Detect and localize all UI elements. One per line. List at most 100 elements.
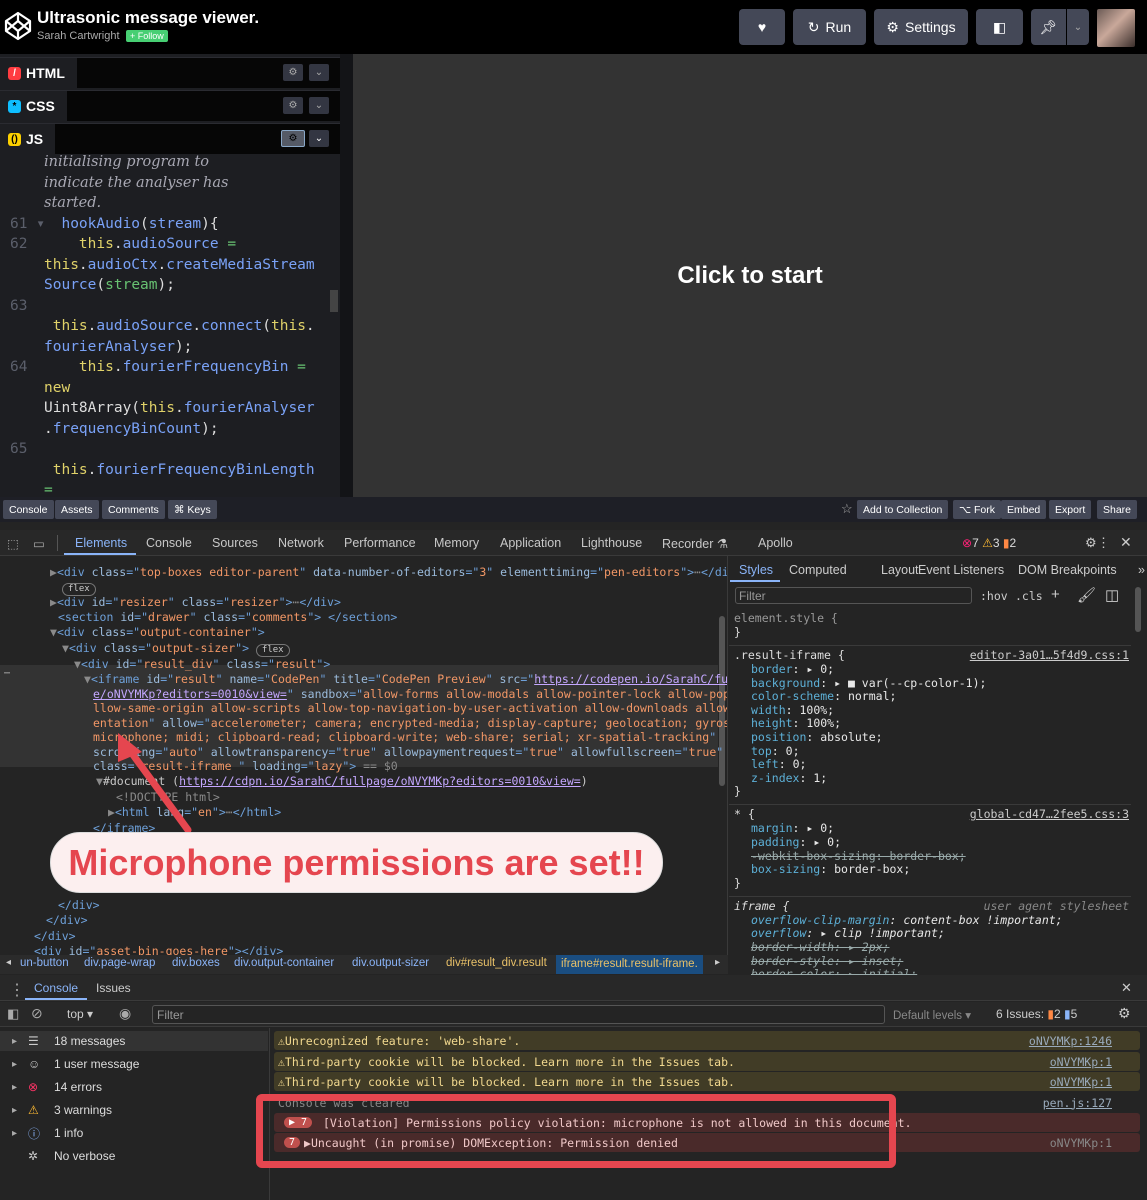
dom-node-line[interactable]: ▶<html lang="en">⋯</html>: [108, 805, 281, 820]
dom-node-line[interactable]: ▼#document (https://cdpn.io/SarahC/fullp…: [96, 774, 588, 789]
dom-token[interactable]: ▼: [84, 672, 91, 686]
footer-button-addtocollection[interactable]: Add to Collection: [857, 500, 949, 519]
tab-lighthouse[interactable]: Lighthouse: [581, 536, 642, 550]
editor-scrollbar[interactable]: [330, 290, 338, 312]
drawer-menu-icon[interactable]: ⋮: [9, 980, 25, 1000]
pen-title[interactable]: Ultrasonic message viewer.: [37, 8, 259, 28]
message-source-link[interactable]: pen.js:127: [1043, 1096, 1112, 1110]
css-property[interactable]: z-index: 1;: [751, 771, 827, 785]
tab-elements[interactable]: Elements: [75, 536, 127, 550]
console-sidebar-item[interactable]: ▸ ⚠ 3 warnings: [12, 1100, 112, 1120]
dom-token[interactable]: ▼: [62, 641, 69, 655]
author-name[interactable]: Sarah Cartwright: [37, 30, 120, 42]
dom-token[interactable]: ▶: [108, 805, 115, 819]
footer-button-comments[interactable]: Comments: [102, 500, 165, 519]
dom-node-line[interactable]: ▼<div class="output-container">: [50, 625, 265, 640]
js-collapse-button[interactable]: ⌄: [309, 130, 329, 147]
click-to-start-text[interactable]: Click to start: [353, 262, 1147, 290]
console-message[interactable]: ▶ 7 [Violation] Permissions policy viola…: [274, 1113, 1140, 1132]
link[interactable]: e/oNVYMKp?editors=0010&view=: [93, 687, 287, 701]
node-menu-icon[interactable]: ⋯: [4, 668, 10, 679]
js-code[interactable]: initialising program to indicate the anal…: [0, 152, 330, 497]
link[interactable]: https://codepen.io/SarahC/fullpag: [534, 672, 727, 686]
expand-arrow-icon[interactable]: ▸: [12, 1105, 18, 1116]
link[interactable]: https://cdpn.io/SarahC/fullpage/oNVYMKp?…: [179, 774, 581, 788]
styles-tab-5[interactable]: »: [1138, 563, 1145, 577]
footer-button-assets[interactable]: Assets: [55, 500, 99, 519]
pin-dropdown-button[interactable]: ⌄: [1067, 9, 1089, 45]
console-sidebar-item[interactable]: ✲ No verbose: [12, 1146, 115, 1166]
clear-console-icon[interactable]: ⊘: [31, 1005, 43, 1022]
settings-gear-icon[interactable]: ⚙: [1085, 535, 1097, 551]
sidebar-icon[interactable]: ◫: [1105, 586, 1119, 604]
repeat-count-badge[interactable]: ▶ 7: [284, 1117, 313, 1128]
repeat-count-badge[interactable]: 7: [284, 1137, 301, 1148]
expand-arrow-icon[interactable]: ▸: [12, 1082, 18, 1093]
dom-node-line[interactable]: flex: [62, 580, 96, 596]
css-property[interactable]: padding: ▸ 0;: [751, 835, 841, 849]
tab-console[interactable]: Console: [34, 981, 78, 995]
dom-node-line[interactable]: ▼<div id="result_div" class="result">: [74, 657, 330, 672]
tab-performance[interactable]: Performance: [344, 536, 416, 550]
plus-icon[interactable]: +: [1051, 586, 1060, 603]
tab-sources[interactable]: Sources: [212, 536, 258, 550]
flex-badge[interactable]: flex: [255, 644, 290, 657]
css-collapse-button[interactable]: ⌄: [309, 97, 329, 114]
css-property[interactable]: border-color: ▸ initial;: [751, 967, 917, 975]
close-devtools-icon[interactable]: ✕: [1120, 534, 1132, 551]
paint-icon[interactable]: 🖌︎: [1077, 586, 1096, 604]
issues-counter[interactable]: 6 Issues: ▮2 ▮5: [996, 1007, 1077, 1021]
tab-application[interactable]: Application: [500, 536, 561, 550]
message-source-link[interactable]: oNVYMKp:1246: [1029, 1034, 1112, 1048]
dom-token[interactable]: ▶: [50, 595, 57, 609]
expand-arrow-icon[interactable]: ▸: [12, 1128, 18, 1139]
css-property[interactable]: overflow-clip-margin: content-box !impor…: [751, 913, 1063, 927]
breadcrumb-item[interactable]: div.boxes: [172, 957, 220, 969]
star-icon[interactable]: ☆: [841, 501, 853, 517]
console-message[interactable]: Console was cleared pen.js:127: [274, 1093, 1140, 1112]
css-property[interactable]: box-sizing: border-box;: [751, 862, 910, 876]
dom-node-line[interactable]: class="result-iframe " loading="lazy"> =…: [93, 759, 398, 774]
tab-apollo[interactable]: Apollo: [758, 536, 793, 550]
console-sidebar-item[interactable]: ▸ ☰ 18 messages: [0, 1031, 268, 1051]
run-button[interactable]: ↻ Run: [793, 9, 866, 45]
css-property[interactable]: -webkit-box-sizing: border-box;: [751, 849, 966, 863]
codepen-logo-icon[interactable]: [4, 11, 32, 41]
dom-token[interactable]: ▼: [74, 657, 81, 671]
dom-token[interactable]: ▶: [50, 565, 57, 579]
css-property[interactable]: top: 0;: [751, 744, 800, 758]
context-selector[interactable]: top ▾: [67, 1007, 93, 1021]
footer-button-keys[interactable]: ⌘ Keys: [168, 500, 217, 519]
css-property[interactable]: margin: ▸ 0;: [751, 821, 834, 835]
dom-token[interactable]: ▼: [96, 774, 103, 788]
styles-scrollbar[interactable]: [1135, 587, 1141, 632]
css-property[interactable]: border-width: ▸ 2px;: [751, 940, 890, 954]
dom-token[interactable]: ▼: [50, 625, 57, 639]
styles-tab-1[interactable]: Computed: [789, 563, 847, 577]
dom-token[interactable]: <!DOCTYPE html>: [116, 790, 220, 804]
css-property[interactable]: height: 100%;: [751, 716, 841, 730]
footer-button-embed[interactable]: Embed: [1001, 500, 1047, 519]
styles-tab-2[interactable]: Layout: [881, 563, 919, 577]
heart-button[interactable]: ♥: [739, 9, 785, 45]
dom-node-line[interactable]: </div>: [58, 898, 100, 913]
breadcrumb-item[interactable]: div.output-sizer: [352, 957, 429, 969]
tab-issues[interactable]: Issues: [96, 981, 131, 995]
console-sidebar-item[interactable]: ▸ ⊗ 14 errors: [12, 1077, 102, 1097]
tab-js[interactable]: () JS ⚙ ⌄: [0, 123, 340, 154]
issue-counters[interactable]: ⊗7 ⚠3 ▮2: [962, 536, 1016, 550]
elements-tree[interactable]: ⋯ ▶<div class="top-boxes editor-parent" …: [0, 556, 728, 955]
layout-button[interactable]: ◧: [976, 9, 1023, 45]
css-property[interactable]: border-style: ▸ inset;: [751, 954, 903, 968]
css-property[interactable]: position: absolute;: [751, 730, 883, 744]
breadcrumb-item[interactable]: div.output-container: [234, 957, 334, 969]
settings-button[interactable]: ⚙ Settings: [874, 9, 968, 45]
dom-node-line[interactable]: llow-same-origin allow-scripts allow-top…: [93, 701, 727, 716]
dom-node-line[interactable]: <section id="drawer" class="comments"> <…: [58, 610, 397, 625]
footer-button-fork[interactable]: ⌥ Fork: [953, 500, 1002, 519]
css-property[interactable]: color-scheme: normal;: [751, 689, 896, 703]
follow-button[interactable]: + Follow: [126, 30, 168, 42]
css-source[interactable]: editor-3a01…5f4d9.css:1: [970, 648, 1129, 662]
breadcrumb-item[interactable]: div#result_div.result: [446, 957, 547, 969]
dom-token[interactable]: ⋯: [694, 565, 701, 579]
